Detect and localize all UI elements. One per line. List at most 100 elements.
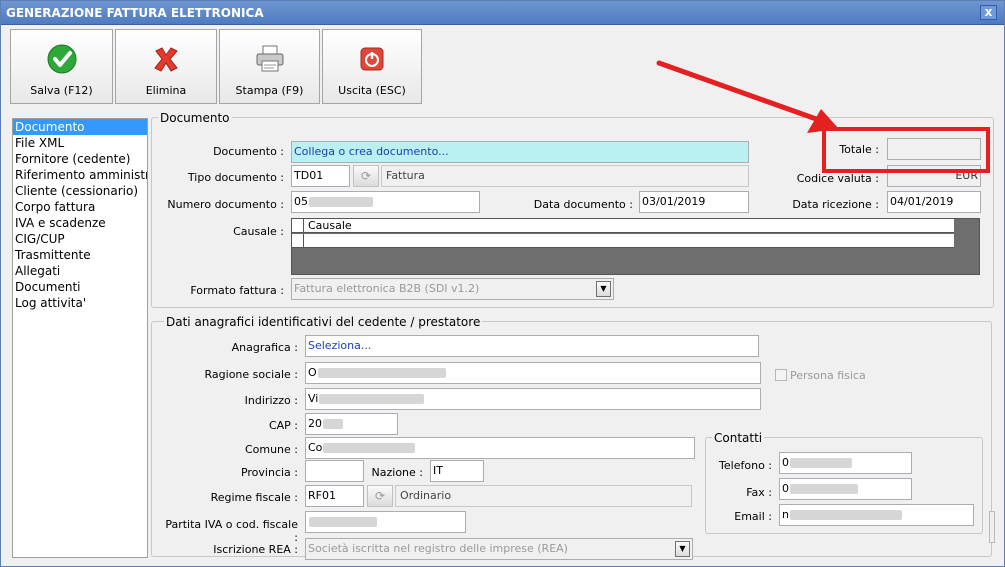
power-icon xyxy=(355,42,389,76)
iscrizione-rea-value: Società iscritta nel registro delle impr… xyxy=(308,542,568,555)
nav-item-documenti[interactable]: Documenti xyxy=(13,279,147,295)
redacted-text xyxy=(790,484,858,494)
regime-fiscale-code[interactable]: RF01 xyxy=(305,485,364,507)
checkmark-icon xyxy=(45,42,79,76)
redacted-text xyxy=(309,517,377,527)
telefono-value: 0 xyxy=(782,456,789,469)
iscrizione-rea-select[interactable]: Società iscritta nel registro delle impr… xyxy=(305,538,693,560)
contatti-legend: Contatti xyxy=(712,431,765,445)
email-value: n xyxy=(782,508,789,521)
toolbar: Salva (F12) Elimina Stampa (F9) Uscita (… xyxy=(1,26,1004,106)
partita-iva-field[interactable] xyxy=(305,511,466,533)
telefono-label: Telefono : xyxy=(719,459,772,472)
grid-corner xyxy=(292,219,304,233)
provincia-field[interactable] xyxy=(305,460,364,482)
print-button[interactable]: Stampa (F9) xyxy=(219,29,320,104)
causale-column-header: Causale xyxy=(308,219,352,232)
anagrafica-label: Anagrafica : xyxy=(231,341,298,354)
iscrizione-rea-label: Iscrizione REA : xyxy=(213,543,298,556)
refresh-icon: ⟳ xyxy=(374,489,386,503)
refresh-icon: ⟳ xyxy=(360,169,372,183)
redacted-text xyxy=(323,443,416,453)
data-ricezione-field[interactable]: 04/01/2019 xyxy=(887,191,981,213)
redacted-text xyxy=(309,197,373,207)
cedente-legend: Dati anagrafici identificativi del ceden… xyxy=(164,315,483,329)
formato-fattura-label: Formato fattura : xyxy=(190,284,284,297)
fax-value: 0 xyxy=(782,482,789,495)
row-selector[interactable] xyxy=(292,234,304,248)
comune-label: Comune : xyxy=(244,443,298,456)
ragione-sociale-field[interactable]: O xyxy=(305,362,761,384)
causale-grid-row[interactable] xyxy=(292,234,954,248)
nav-item-documento[interactable]: Documento xyxy=(13,119,147,135)
documento-label: Documento : xyxy=(213,145,284,158)
delete-button[interactable]: Elimina xyxy=(115,29,217,104)
numero-documento-field[interactable]: 05 xyxy=(291,191,480,213)
email-label: Email : xyxy=(734,510,772,523)
printer-icon xyxy=(253,42,287,76)
regime-fiscale-label: Regime fiscale : xyxy=(210,491,298,504)
annotation-arrow-icon xyxy=(656,60,839,133)
indirizzo-label: Indirizzo : xyxy=(244,394,298,407)
window-title: GENERAZIONE FATTURA ELETTRONICA xyxy=(6,6,264,20)
section-nav: Documento File XML Fornitore (cedente) R… xyxy=(12,118,148,558)
scrollbar-stub[interactable] xyxy=(989,511,995,543)
nav-item-cliente[interactable]: Cliente (cessionario) xyxy=(13,183,147,199)
nav-item-log-attivita[interactable]: Log attivita' xyxy=(13,295,147,311)
nav-item-iva-scadenze[interactable]: IVA e scadenze xyxy=(13,215,147,231)
ragione-sociale-label: Ragione sociale : xyxy=(204,368,298,381)
print-button-label: Stampa (F9) xyxy=(235,84,304,97)
codice-valuta-label: Codice valuta : xyxy=(796,172,879,185)
redacted-text xyxy=(319,394,425,404)
nav-item-riferimento[interactable]: Riferimento amministra xyxy=(13,167,147,183)
data-documento-field[interactable]: 03/01/2019 xyxy=(639,191,749,213)
nazione-field[interactable]: IT xyxy=(430,460,484,482)
ragione-sociale-value: O xyxy=(308,366,317,379)
telefono-field[interactable]: 0 xyxy=(779,452,912,474)
causale-grid[interactable]: Causale xyxy=(291,218,980,275)
nazione-label: Nazione : xyxy=(371,466,423,479)
tipo-documento-code[interactable]: TD01 xyxy=(291,165,350,187)
exit-button[interactable]: Uscita (ESC) xyxy=(322,29,422,104)
anagrafica-select-field[interactable]: Seleziona... xyxy=(305,335,759,357)
nav-item-cig-cup[interactable]: CIG/CUP xyxy=(13,231,147,247)
regime-fiscale-desc: Ordinario xyxy=(395,485,692,507)
redacted-text xyxy=(790,458,852,468)
numero-documento-value: 05 xyxy=(294,195,308,208)
save-button-label: Salva (F12) xyxy=(30,84,93,97)
comune-field[interactable]: Co xyxy=(305,437,695,459)
tipo-documento-lookup-button[interactable]: ⟳ xyxy=(353,165,379,187)
title-bar: GENERAZIONE FATTURA ELETTRONICA x xyxy=(1,1,1004,25)
nav-item-file-xml[interactable]: File XML xyxy=(13,135,147,151)
cap-field[interactable]: 20 xyxy=(305,413,398,435)
causale-label: Causale : xyxy=(233,225,284,238)
tipo-documento-label: Tipo documento : xyxy=(187,171,284,184)
persona-fisica-label: Persona fisica xyxy=(790,369,866,382)
chevron-down-icon[interactable]: ▼ xyxy=(675,541,690,557)
documento-legend: Documento xyxy=(158,111,232,125)
close-window-button[interactable]: x xyxy=(980,5,997,20)
regime-fiscale-lookup-button[interactable]: ⟳ xyxy=(367,485,393,507)
persona-fisica-checkbox[interactable] xyxy=(775,369,787,381)
delete-x-icon xyxy=(149,42,183,76)
partita-iva-label: Partita IVA o cod. fiscale : xyxy=(165,518,298,544)
documento-link-field[interactable]: Collega o crea documento... xyxy=(291,141,749,163)
nav-item-trasmittente[interactable]: Trasmittente xyxy=(13,247,147,263)
exit-button-label: Uscita (ESC) xyxy=(338,84,406,97)
causale-grid-header: Causale xyxy=(292,219,954,233)
nav-item-corpo-fattura[interactable]: Corpo fattura xyxy=(13,199,147,215)
formato-fattura-select[interactable]: Fattura elettronica B2B (SDI v1.2) ▼ xyxy=(291,278,614,300)
fax-field[interactable]: 0 xyxy=(779,478,912,500)
indirizzo-field[interactable]: Vi xyxy=(305,388,761,410)
fax-label: Fax : xyxy=(746,486,772,499)
cap-label: CAP : xyxy=(268,419,298,432)
redacted-text xyxy=(323,419,343,429)
cap-value: 20 xyxy=(308,417,322,430)
nav-item-fornitore[interactable]: Fornitore (cedente) xyxy=(13,151,147,167)
chevron-down-icon[interactable]: ▼ xyxy=(596,281,611,297)
email-field[interactable]: n xyxy=(779,504,974,526)
nav-item-allegati[interactable]: Allegati xyxy=(13,263,147,279)
data-documento-label: Data documento : xyxy=(533,198,633,211)
indirizzo-value: Vi xyxy=(308,392,319,405)
save-button[interactable]: Salva (F12) xyxy=(10,29,113,104)
